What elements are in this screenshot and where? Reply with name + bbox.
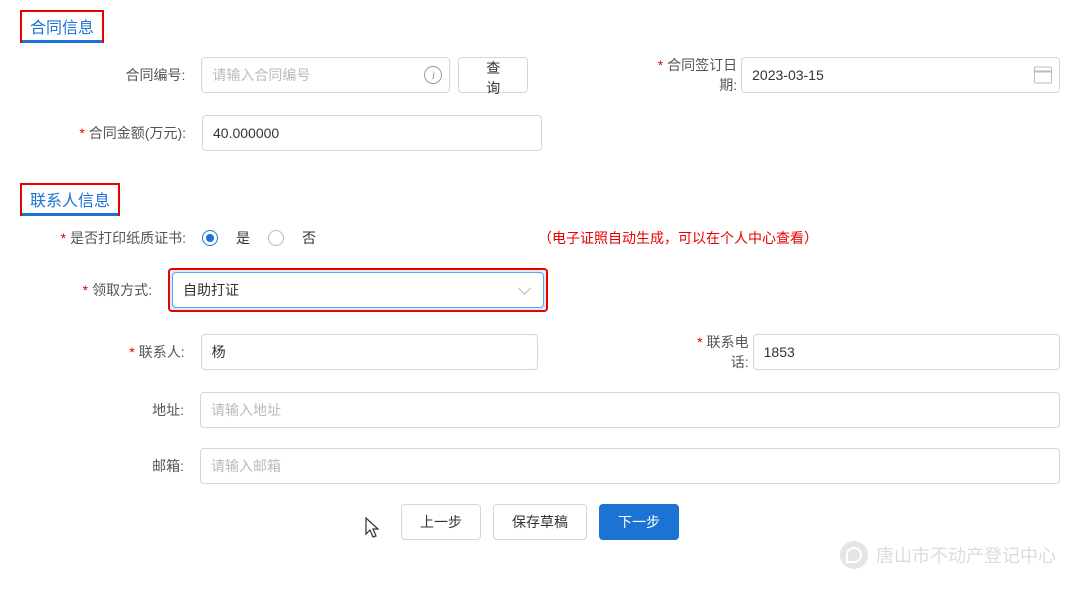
email-input[interactable] [200,448,1060,484]
chevron-down-icon [518,282,531,295]
label-sign-date: *合同签订日期: [640,55,741,95]
section-title-contract: 合同信息 [20,10,104,43]
collect-method-select[interactable]: 自助打证 [172,272,544,308]
radio-yes[interactable] [202,230,218,246]
contract-no-input[interactable] [201,57,450,93]
cursor-icon [362,516,384,542]
query-button[interactable]: 查 询 [458,57,528,93]
label-contract-amount: *合同金额(万元): [20,123,190,143]
label-email: 邮箱: [20,456,188,476]
info-icon[interactable]: i [424,66,442,84]
sign-date-input[interactable] [741,57,1060,93]
next-button[interactable]: 下一步 [599,504,679,540]
label-contact-person: *联系人: [20,342,189,362]
label-collect-method: *领取方式: [20,280,156,300]
label-contact-phone: *联系电话: [680,332,753,372]
label-contract-no: 合同编号: [20,65,189,85]
contact-phone-input[interactable] [753,334,1060,370]
calendar-icon[interactable] [1034,67,1052,84]
section-title-contact: 联系人信息 [20,183,120,216]
radio-no-label: 否 [302,228,316,248]
watermark: 唐山市不动产登记中心 [840,541,1056,569]
cert-note: （电子证照自动生成，可以在个人中心查看） [538,228,818,248]
address-input[interactable] [200,392,1060,428]
label-print-cert: *是否打印纸质证书: [20,228,190,248]
save-draft-button[interactable]: 保存草稿 [493,504,587,540]
label-address: 地址: [20,400,188,420]
radio-yes-label: 是 [236,228,250,248]
contract-amount-input[interactable] [202,115,542,151]
collect-method-value: 自助打证 [183,280,239,300]
wechat-icon [840,541,868,569]
radio-no[interactable] [268,230,284,246]
contact-person-input[interactable] [201,334,538,370]
prev-button[interactable]: 上一步 [401,504,481,540]
